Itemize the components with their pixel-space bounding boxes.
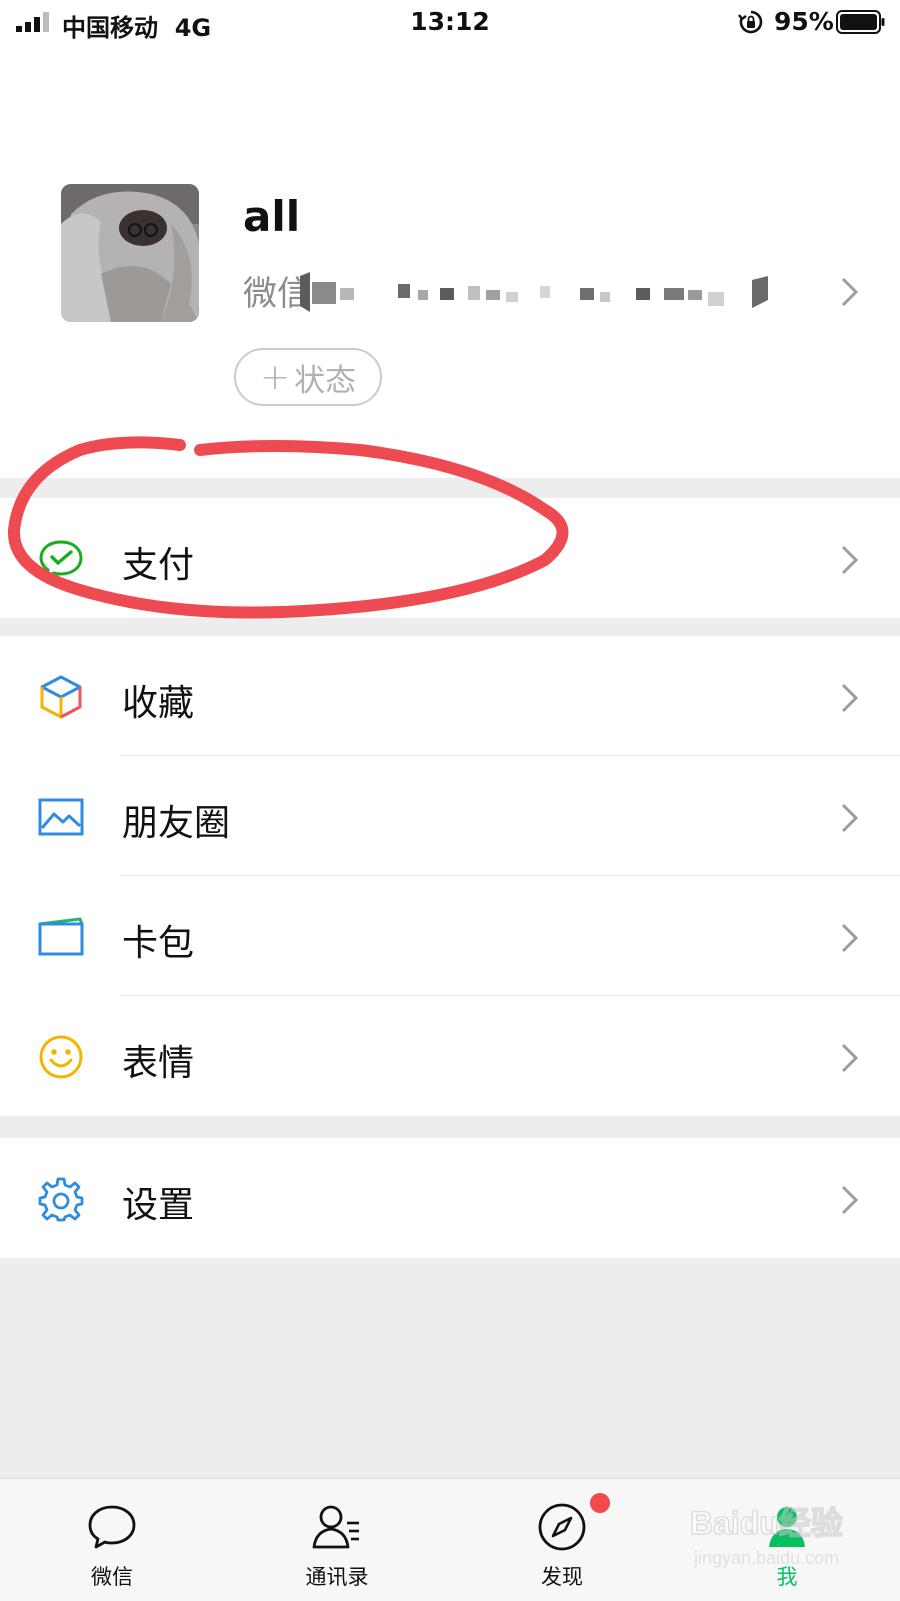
favorites-cube-icon — [40, 675, 82, 719]
profile-header[interactable]: all 微信 + 状态 — [0, 44, 900, 478]
status-button-label: 状态 — [294, 362, 357, 399]
status-bar: 中国移动 4G 13:12 95% — [0, 0, 900, 44]
menu-item-moments[interactable]: 朋友圈 — [0, 756, 900, 876]
settings-label: 设置 — [122, 1185, 195, 1226]
favorites-label: 收藏 — [122, 683, 195, 724]
chevron-right-icon — [840, 1184, 860, 1216]
battery-icon — [836, 10, 885, 34]
card-wallet-icon — [38, 917, 84, 956]
clock: 13:12 — [410, 7, 490, 36]
watermark-brand: Baidu经验 — [690, 1505, 843, 1541]
chevron-right-icon — [840, 544, 860, 576]
chat-bubble-icon — [88, 1505, 136, 1549]
tab-discover-label: 发现 — [541, 1565, 583, 1589]
menu-item-stickers[interactable]: 表情 — [0, 996, 900, 1116]
compass-icon — [538, 1503, 586, 1551]
add-status-button[interactable]: + 状态 — [234, 348, 382, 406]
menu-item-favorites[interactable]: 收藏 — [0, 636, 900, 756]
watermark-url: jingyan.baidu.com — [693, 1548, 839, 1568]
gear-icon — [38, 1177, 84, 1222]
cards-label: 卡包 — [122, 923, 195, 964]
chevron-right-icon — [840, 1042, 860, 1074]
pay-label: 支付 — [122, 545, 195, 586]
wechat-id-redacted — [300, 272, 768, 312]
chevron-right-icon — [840, 276, 860, 308]
menu-item-pay[interactable]: 支付 — [0, 498, 900, 618]
menu-item-cards[interactable]: 卡包 — [0, 876, 900, 996]
tab-contacts[interactable]: 通讯录 — [267, 1479, 407, 1601]
nickname: all — [243, 192, 301, 241]
stickers-label: 表情 — [122, 1043, 195, 1084]
avatar-image — [61, 184, 199, 322]
avatar[interactable] — [61, 184, 199, 322]
battery-percent: 95% — [774, 7, 834, 36]
chevron-right-icon — [840, 922, 860, 954]
tab-chats[interactable]: 微信 — [42, 1479, 182, 1601]
chevron-right-icon — [840, 802, 860, 834]
settings-group: 设置 — [0, 1138, 900, 1258]
contacts-icon — [312, 1505, 359, 1549]
moments-label: 朋友圈 — [122, 803, 231, 844]
tab-contacts-label: 通讯录 — [305, 1565, 369, 1589]
moments-picture-icon — [38, 798, 84, 836]
plus-icon: + — [259, 356, 291, 398]
services-group: 收藏 朋友圈 卡包 表情 — [0, 636, 900, 1116]
baidu-watermark: Baidu经验 jingyan.baidu.com — [690, 1504, 844, 1568]
wechat-pay-icon — [39, 540, 83, 580]
pay-group: 支付 — [0, 498, 900, 618]
rotation-lock-icon — [738, 10, 763, 34]
tab-discover[interactable]: 发现 — [492, 1479, 632, 1601]
chevron-right-icon — [840, 682, 860, 714]
menu-item-settings[interactable]: 设置 — [0, 1138, 900, 1258]
smiley-icon — [39, 1035, 83, 1079]
notification-dot — [590, 1493, 610, 1513]
tab-chats-label: 微信 — [91, 1565, 133, 1589]
